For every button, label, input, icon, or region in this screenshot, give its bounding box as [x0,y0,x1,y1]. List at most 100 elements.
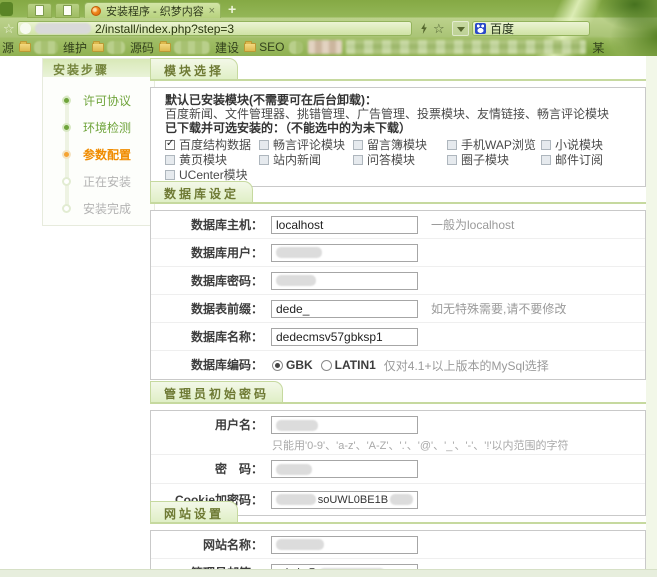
bookmark-item[interactable] [19,41,58,54]
bookmark-item[interactable]: 源码 [130,39,154,56]
address-bar: ☆ 2/install/index.php?step=3 ☆ 百度 [0,18,657,38]
module-label: 问答模块 [367,151,415,168]
checkbox-icon[interactable] [165,155,175,165]
module-option[interactable]: UCenter模块 [165,167,259,182]
db-name-row: 数据库名称： [151,323,645,351]
bookmark-item[interactable]: SEO [244,40,284,54]
username-input[interactable] [271,416,418,434]
folder-icon [92,43,104,52]
checkbox-icon[interactable] [541,155,551,165]
background-tab-2[interactable] [55,3,80,18]
background-tab-1[interactable] [27,3,52,18]
censored-bookmark [34,41,58,54]
site-name-input[interactable] [271,536,418,554]
lightning-icon[interactable] [420,23,428,34]
new-tab-button[interactable]: + [228,1,236,17]
module-option[interactable]: 圈子模块 [447,152,541,167]
bookmark-item[interactable] [159,41,210,54]
checkbox-icon[interactable] [541,140,551,150]
module-option[interactable]: 邮件订阅 [541,152,635,167]
checkbox-icon[interactable] [353,140,363,150]
db-user-label: 数据库用户： [151,244,263,262]
censored-value [276,275,316,286]
browser-menu-icon[interactable] [0,2,13,16]
module-label: 站内新闻 [273,151,321,168]
encoding-radio-group: GBK LATIN1 仅对4.1+以上版本的MySql选择 [272,357,549,374]
section-title: 管理员初始密码 [150,381,283,404]
checkbox-icon[interactable] [353,155,363,165]
document-icon [63,5,72,16]
db-name-input[interactable] [271,328,418,346]
radio-option-gbk[interactable]: GBK [272,358,313,372]
module-option[interactable]: 百度结构数据 [165,137,259,152]
tab-close-icon[interactable]: × [204,5,220,17]
bookmark-item[interactable]: SEO [259,40,284,54]
url-text: 2/install/index.php?step=3 [95,22,234,36]
password-label: 密 码： [151,460,263,478]
site-page-icon [20,23,31,34]
password-input[interactable] [271,460,418,478]
module-option[interactable]: 黄页模块 [165,152,259,167]
radio-icon[interactable] [321,360,332,371]
module-option[interactable]: 留言簿模块 [353,137,447,152]
step-label: 安装完成 [83,200,131,217]
active-tab[interactable]: 安装程序 - 织梦内容管理系 × [84,2,221,18]
tab-title: 安装程序 - 织梦内容管理系 [106,3,204,19]
module-option[interactable]: 手机WAP浏览 [447,137,541,152]
dropdown-button[interactable] [452,21,469,36]
module-option[interactable]: 站内新闻 [259,152,353,167]
checkbox-icon[interactable] [447,155,457,165]
checkbox-icon[interactable] [165,140,175,150]
module-checkbox-grid: 百度结构数据 畅言评论模块 留言簿模块 手机WAP浏览 小说模块 黄页模块 站内… [165,137,631,182]
radio-icon[interactable] [272,360,283,371]
bookmark-item[interactable]: 某 [592,39,604,56]
censored-url-prefix [35,23,91,34]
censored-value [276,539,324,550]
radio-label: LATIN1 [335,358,376,372]
section-title: 数据库设定 [150,181,253,204]
db-user-input[interactable] [271,244,418,262]
section-site-settings: 网站设置 网站名称： 管理员邮箱： admin@ [150,503,646,577]
db-name-label: 数据库名称： [151,328,263,346]
module-option[interactable]: 问答模块 [353,152,447,167]
module-option[interactable]: 畅言评论模块 [259,137,353,152]
bookmark-item[interactable]: 建设 [215,39,239,56]
checkbox-icon[interactable] [259,140,269,150]
bookmark-item[interactable]: 维护 [63,39,87,56]
browser-chrome: 安装程序 - 织梦内容管理系 × + ☆ 2/install/index.php… [0,0,657,56]
checkbox-icon[interactable] [259,155,269,165]
checkbox-icon[interactable] [447,140,457,150]
db-host-input[interactable] [271,216,418,234]
optional-modules-heading: 已下载并可选安装的：（不能选中的为未下载） [165,121,631,135]
db-host-hint: 一般为localhost [431,216,514,233]
db-prefix-input[interactable] [271,300,418,318]
username-label: 用户名： [151,416,263,434]
step-item-finished: 安装完成 [43,195,154,222]
module-option[interactable]: 小说模块 [541,137,635,152]
step-label: 参数配置 [83,146,131,163]
radio-option-latin1[interactable]: LATIN1 [321,358,376,372]
checkbox-icon[interactable] [165,170,175,180]
step-dot [62,177,71,186]
bookmark-item[interactable] [92,41,125,54]
db-prefix-label: 数据表前缀： [151,300,263,318]
step-item-license: 许可协议 [43,87,154,114]
db-password-input[interactable] [271,272,418,290]
url-field[interactable]: 2/install/index.php?step=3 [17,21,412,36]
step-dot [62,123,71,132]
bookmark-star-icon[interactable]: ☆ [3,21,15,37]
db-prefix-hint: 如无特殊需要,请不要修改 [431,300,566,317]
page-bottom-bar [0,569,657,577]
folder-icon [159,43,171,52]
folder-icon [19,43,31,52]
bookmark-item[interactable]: 源 [2,39,14,56]
search-box[interactable]: 百度 [472,21,590,36]
step-label: 许可协议 [83,92,131,109]
step-dot [62,150,71,159]
db-host-label: 数据库主机： [151,216,263,234]
censored-bookmark [174,41,210,54]
admin-username-row: 用户名： 只能用'0-9'、'a-z'、'A-Z'、'.'、'@'、'_'、'-… [151,411,645,455]
section-database: 数据库设定 数据库主机： 一般为localhost 数据库用户： 数据库密码： … [150,183,646,380]
section-title: 模块选择 [150,58,238,81]
favorite-star-icon[interactable]: ☆ [433,21,445,37]
